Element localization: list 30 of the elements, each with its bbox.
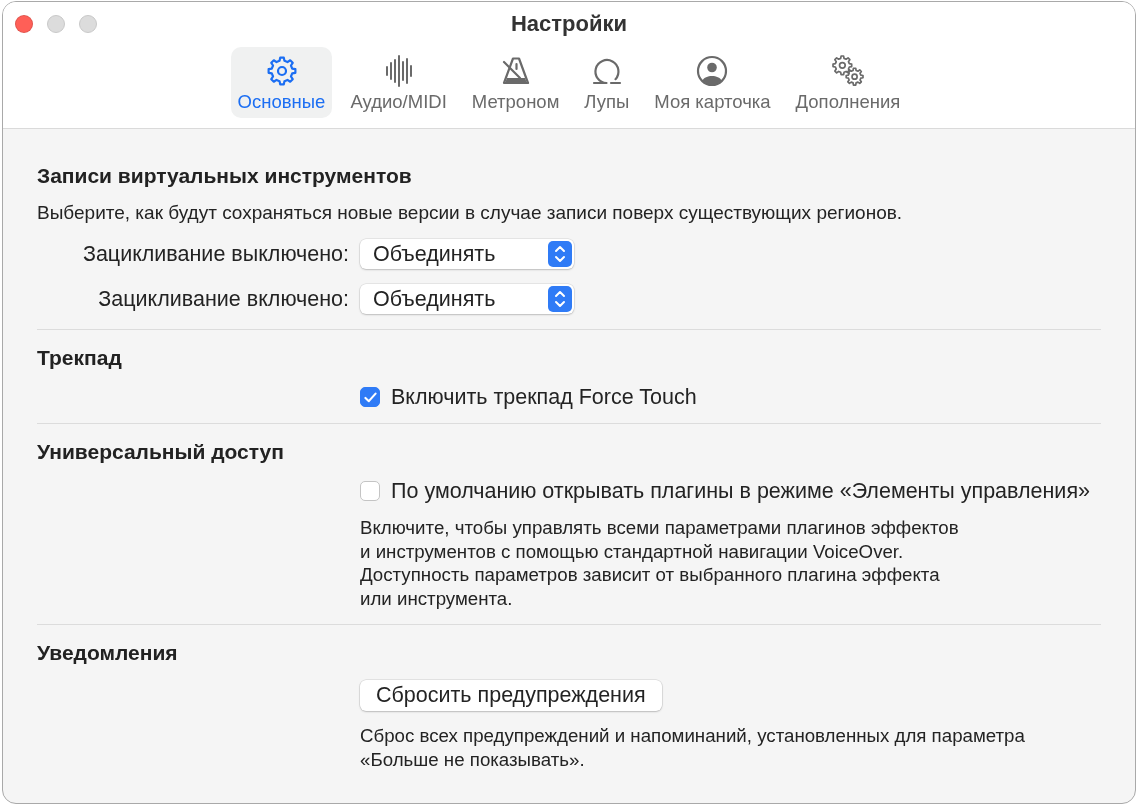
popup-button[interactable]: Объединять: [360, 284, 574, 314]
settings-tab[interactable]: Метроном: [464, 47, 567, 118]
checkbox[interactable]: [360, 387, 380, 407]
setting-label: Зацикливание выключено:: [81, 241, 349, 267]
action-button[interactable]: Сбросить предупреждения: [360, 680, 662, 711]
help-text: Включите, чтобы управлять всеми параметрами плагинов эффектов и инструментов с помощью стандартной навигации VoiceOver. Доступность параметров зависит от выбранного плагина эффекта или инструмента.: [360, 516, 960, 610]
settings-tab[interactable]: Моя карточка: [647, 47, 778, 118]
person-circle-icon: [696, 55, 729, 87]
chevrons-icon: [548, 286, 572, 312]
checkmark-icon: [363, 391, 377, 403]
popup-button[interactable]: Объединять: [360, 239, 574, 269]
checkbox-label[interactable]: Включить трекпад Force Touch: [391, 385, 697, 409]
section-heading: Записи виртуальных инструментов: [37, 164, 413, 188]
settings-tab[interactable]: Основные: [230, 47, 333, 118]
checkbox[interactable]: [360, 481, 380, 501]
window-title: Настройки: [510, 11, 628, 37]
setting-label: Зацикливание включено:: [97, 286, 349, 312]
section-description: Выберите, как будут сохраняться новые версии в случае записи поверх существующих регионов.: [37, 202, 904, 224]
section-heading: Уведомления: [37, 641, 179, 665]
settings-tab[interactable]: Дополнения: [788, 47, 908, 118]
settings-tab[interactable]: Лупы: [577, 47, 637, 118]
chevrons-icon: [548, 241, 572, 267]
checkbox-label[interactable]: По умолчанию открывать плагины в режиме «Элементы управления»: [391, 479, 1090, 503]
section-heading: Универсальный доступ: [37, 440, 285, 464]
help-text: Сброс всех предупреждений и напоминаний, установленных для параметра «Больше не показывать».: [360, 724, 1026, 771]
section-heading: Трекпад: [37, 346, 123, 370]
close-button[interactable]: [15, 15, 33, 33]
gear-icon: [265, 55, 298, 87]
gears-icon: [831, 55, 865, 87]
settings-tab[interactable]: Аудио/MIDI: [343, 47, 454, 118]
